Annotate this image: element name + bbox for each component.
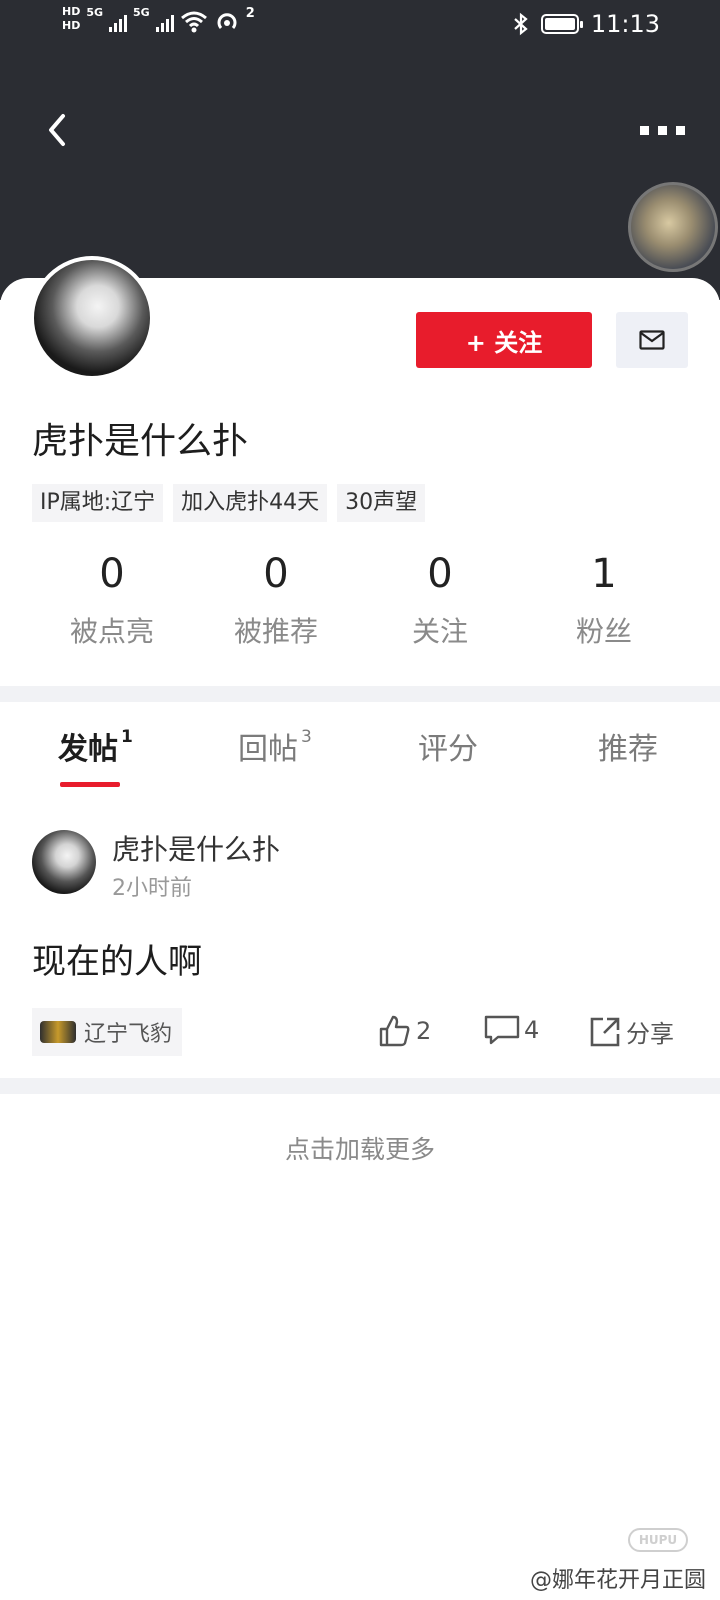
stat-following-label: 关注	[411, 615, 468, 648]
hupu-logo-icon: HUPU	[628, 1528, 688, 1552]
comment-count: 4	[524, 1016, 540, 1044]
follow-button[interactable]: + 关注	[416, 312, 592, 368]
active-tab-indicator	[60, 782, 120, 787]
stat-recommended-label: 被推荐	[233, 615, 318, 648]
wifi-icon	[180, 11, 207, 33]
tag-reputation[interactable]: 30声望	[337, 484, 426, 522]
hotspot-count: 2	[245, 6, 255, 21]
post-author-name[interactable]: 虎扑是什么扑	[112, 828, 280, 868]
tab-recommend[interactable]: 推荐	[598, 724, 658, 768]
stat-fans-label: 粉丝	[575, 615, 632, 648]
team-name: 辽宁飞豹	[84, 1022, 173, 1047]
profile-username: 虎扑是什么扑	[32, 421, 249, 462]
post-author-avatar[interactable]	[32, 830, 96, 894]
status-bar-left: HD HD 5G 5G 2	[62, 6, 255, 34]
tab-posts-count: 1	[121, 727, 133, 747]
stat-following-count: 0	[427, 551, 453, 597]
tab-replies-label: 回帖	[238, 732, 298, 767]
network-type-1: 5G	[86, 6, 104, 19]
stat-recommended[interactable]: 0 被推荐	[194, 550, 358, 650]
profile-tags: IP属地:辽宁 加入虎扑44天 30声望	[32, 484, 426, 522]
hotspot-icon	[217, 13, 237, 29]
profile-stats: 0 被点亮 0 被推荐 0 关注 1 粉丝	[0, 550, 720, 660]
tab-replies-count: 3	[301, 727, 312, 747]
stat-following[interactable]: 0 关注	[358, 550, 522, 650]
like-button[interactable]: 2	[378, 1014, 431, 1048]
post-content[interactable]: 现在的人啊	[32, 934, 202, 983]
tab-recommend-label: 推荐	[598, 732, 658, 767]
post-timestamp: 2小时前	[112, 876, 192, 901]
stat-lit[interactable]: 0 被点亮	[30, 550, 194, 650]
bluetooth-icon	[514, 12, 528, 36]
status-bar-right: 11:13	[513, 10, 660, 38]
tab-posts[interactable]: 发帖 1	[58, 724, 133, 768]
tab-posts-label: 发帖	[58, 732, 118, 767]
network-type-2: 5G	[133, 6, 150, 19]
stat-recommended-count: 0	[263, 551, 289, 597]
post-item[interactable]: 虎扑是什么扑 2小时前 现在的人啊 辽宁飞豹 2 4 分享	[0, 808, 720, 1078]
back-button[interactable]	[38, 108, 78, 152]
battery-icon	[540, 14, 583, 34]
load-more-button[interactable]: 点击加载更多	[0, 1130, 720, 1166]
message-button[interactable]	[616, 312, 688, 368]
tag-ip-location: IP属地:辽宁	[32, 484, 164, 522]
more-dots-icon	[640, 125, 649, 135]
tab-replies[interactable]: 回帖 3	[238, 724, 312, 768]
follow-button-label: + 关注	[465, 328, 543, 357]
share-icon	[590, 1017, 620, 1046]
thumbs-up-icon	[379, 1015, 410, 1047]
team-logo-icon	[40, 1021, 76, 1043]
stat-lit-count: 0	[99, 551, 125, 597]
comment-button[interactable]: 4	[484, 1014, 539, 1046]
signal-icon-2	[155, 10, 174, 32]
stat-lit-label: 被点亮	[69, 615, 154, 648]
post-team-tag[interactable]: 辽宁飞豹	[32, 1008, 183, 1056]
stat-fans-count: 1	[591, 551, 617, 597]
stat-fans[interactable]: 1 粉丝	[522, 550, 686, 650]
hd-indicator-1: HD	[62, 5, 81, 18]
hd-indicator-2: HD	[62, 19, 81, 32]
tab-ratings[interactable]: 评分	[418, 724, 478, 768]
tab-ratings-label: 评分	[418, 732, 478, 767]
mail-icon	[639, 330, 665, 350]
comment-icon	[484, 1015, 520, 1045]
avatar[interactable]	[30, 256, 154, 380]
signal-icon	[109, 10, 128, 32]
clock: 11:13	[590, 10, 660, 38]
medal-badge-icon[interactable]	[628, 182, 718, 272]
tag-join-days: 加入虎扑44天	[173, 484, 328, 522]
share-button[interactable]: 分享	[588, 1014, 674, 1049]
like-count: 2	[416, 1017, 432, 1045]
section-divider	[0, 686, 720, 702]
section-divider-2	[0, 1078, 720, 1094]
watermark-text: @娜年花开月正圆	[529, 1568, 706, 1593]
share-label: 分享	[626, 1020, 674, 1048]
status-bar: HD HD 5G 5G 2 11:13	[0, 0, 720, 50]
more-button[interactable]	[640, 118, 690, 142]
chevron-left-icon	[49, 114, 65, 146]
